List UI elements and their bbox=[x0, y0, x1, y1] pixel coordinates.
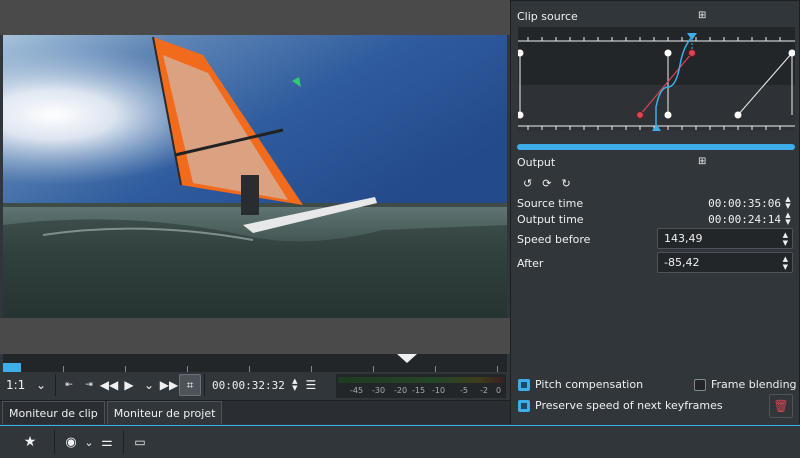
keyframe-toolbar: ↺ ⟳ ↻ bbox=[523, 177, 571, 190]
preserve-speed-label: Preserve speed of next keyframes bbox=[535, 399, 723, 412]
lock-icon[interactable]: ⊞ bbox=[698, 10, 706, 21]
playhead-marker[interactable] bbox=[397, 354, 417, 363]
sync-icon[interactable]: ⟳ bbox=[542, 177, 551, 190]
vu-labels: -45 -30 -20 -15 -10 -5 -2 0 bbox=[336, 386, 506, 398]
monitor-ruler[interactable] bbox=[3, 354, 507, 372]
after-input[interactable]: -85,42 ▲ ▼ bbox=[657, 252, 793, 273]
output-time-value[interactable]: 00:00:24:14 bbox=[708, 213, 781, 226]
sliders-icon: ⚌ bbox=[101, 434, 113, 450]
vu-label: 0 bbox=[496, 386, 502, 395]
output-label: Output bbox=[517, 156, 556, 169]
subtitle-button[interactable]: ▭ bbox=[128, 430, 152, 454]
forward-button[interactable]: ▶▶ bbox=[159, 374, 179, 396]
play-menu-button[interactable]: ⌄ bbox=[139, 374, 159, 396]
speed-before-input[interactable]: 143,49 ▲ ▼ bbox=[657, 228, 793, 249]
spin-arrows-icon[interactable]: ▲ ▼ bbox=[783, 231, 788, 247]
separator bbox=[54, 430, 55, 454]
subtitle-icon: ▭ bbox=[134, 435, 146, 449]
chevron-down-icon: ⌄ bbox=[35, 378, 46, 392]
zoom-value: 1:1 bbox=[6, 378, 26, 392]
audio-vu-meter: -45 -30 -20 -15 -10 -5 -2 0 bbox=[336, 374, 506, 398]
rewind-button[interactable]: ◀◀ bbox=[99, 374, 119, 396]
clip-source-label: Clip source bbox=[517, 10, 578, 23]
fast-forward-icon: ▶▶ bbox=[159, 378, 179, 392]
frame-blending-checkbox[interactable]: Frame blending bbox=[694, 378, 797, 391]
monitor-controls: 1:1 ⌄ ⇤ ⇥ ◀◀ ▶ ⌄ ▶▶ ⌗ 00:00:32:32 ▲ ▼ ☰ … bbox=[0, 372, 510, 398]
monitor-menu-button[interactable]: ☰ bbox=[301, 374, 321, 396]
delete-keyframe-button[interactable]: 🗑 bbox=[769, 394, 793, 418]
speed-before-label: Speed before bbox=[517, 233, 591, 246]
separator bbox=[123, 430, 124, 454]
monitor-bottom-letterbox bbox=[0, 318, 510, 354]
speed-ramp-panel: Clip source ⊞ Output ⊞ ↺ ⟳ ↻ Source time… bbox=[510, 0, 800, 424]
crop-icon: ⌗ bbox=[186, 377, 194, 392]
after-value: -85,42 bbox=[664, 256, 700, 269]
chevron-down-icon: ⌄ bbox=[143, 378, 155, 392]
monitor-top-letterbox bbox=[0, 0, 510, 35]
after-label: After bbox=[517, 257, 544, 270]
vu-label: -5 bbox=[460, 386, 468, 395]
source-time-value[interactable]: 00:00:35:06 bbox=[708, 197, 781, 210]
tab-project-monitor[interactable]: Moniteur de projet bbox=[106, 401, 223, 424]
spin-arrows-icon[interactable]: ▲ ▼ bbox=[783, 255, 788, 271]
vu-label: -15 bbox=[412, 386, 426, 395]
video-frame[interactable] bbox=[3, 35, 507, 318]
vu-label: -20 bbox=[394, 386, 408, 395]
zoom-select[interactable]: 1:1 ⌄ bbox=[0, 374, 52, 396]
vu-label: -10 bbox=[432, 386, 446, 395]
chevron-down-icon: ▼ bbox=[292, 384, 298, 392]
vu-label: -30 bbox=[372, 386, 386, 395]
tab-clip-monitor[interactable]: Moniteur de clip bbox=[2, 401, 105, 424]
source-time-label: Source time bbox=[517, 197, 584, 210]
favorite-button[interactable]: ★ bbox=[18, 430, 42, 454]
undo-icon[interactable]: ↺ bbox=[523, 177, 532, 190]
vu-bar bbox=[338, 377, 504, 383]
zone-out-button[interactable]: ⇥ bbox=[79, 374, 99, 396]
output-time-label: Output time bbox=[517, 213, 584, 226]
record-button[interactable]: ◉ bbox=[59, 430, 83, 454]
keyframe-graph[interactable] bbox=[516, 27, 796, 131]
preserve-speed-checkbox[interactable]: Preserve speed of next keyframes bbox=[518, 399, 723, 412]
timeline-toolbar: ★ ◉ ⌄ ⚌ ▭ bbox=[0, 425, 800, 458]
separator bbox=[55, 374, 56, 396]
pitch-compensation-checkbox[interactable]: Pitch compensation bbox=[518, 378, 643, 391]
keyframe-curve bbox=[516, 27, 796, 131]
play-icon: ▶ bbox=[124, 378, 134, 392]
project-monitor: 1:1 ⌄ ⇤ ⇥ ◀◀ ▶ ⌄ ▶▶ ⌗ 00:00:32:32 ▲ ▼ ☰ … bbox=[0, 0, 510, 400]
ruler-played-zone bbox=[3, 363, 21, 372]
crop-button[interactable]: ⌗ bbox=[179, 374, 201, 396]
record-icon: ◉ bbox=[65, 434, 77, 450]
zone-out-icon: ⇥ bbox=[85, 380, 93, 390]
timecode-display[interactable]: 00:00:32:32 bbox=[208, 374, 289, 396]
video-image bbox=[3, 35, 507, 318]
zone-in-button[interactable]: ⇤ bbox=[59, 374, 79, 396]
checkbox-unchecked[interactable] bbox=[694, 378, 706, 391]
rewind-icon: ◀◀ bbox=[99, 378, 119, 392]
output-time-spin[interactable]: ▲ ▼ bbox=[783, 212, 793, 226]
menu-icon: ☰ bbox=[305, 378, 317, 392]
checkbox-checked[interactable] bbox=[518, 378, 530, 391]
mixer-button[interactable]: ⚌ bbox=[95, 430, 119, 454]
vu-label: -2 bbox=[480, 386, 488, 395]
trash-icon: 🗑 bbox=[773, 399, 789, 413]
star-icon: ★ bbox=[23, 434, 37, 450]
monitor-tabs: Moniteur de clip Moniteur de projet bbox=[0, 400, 510, 424]
chevron-down-icon: ⌄ bbox=[84, 435, 94, 449]
timecode-spin[interactable]: ▲ ▼ bbox=[289, 374, 301, 396]
checkbox-checked[interactable] bbox=[518, 399, 530, 412]
separator bbox=[204, 374, 205, 396]
lock-icon[interactable]: ⊞ bbox=[698, 156, 706, 167]
source-time-spin[interactable]: ▲ ▼ bbox=[783, 196, 793, 210]
redo-icon[interactable]: ↻ bbox=[561, 177, 570, 190]
zone-in-icon: ⇤ bbox=[65, 380, 73, 390]
record-menu-button[interactable]: ⌄ bbox=[83, 430, 95, 454]
pitch-compensation-label: Pitch compensation bbox=[535, 378, 644, 391]
play-button[interactable]: ▶ bbox=[119, 374, 139, 396]
vu-label: -45 bbox=[350, 386, 364, 395]
position-slider[interactable] bbox=[517, 144, 795, 150]
speed-before-value: 143,49 bbox=[664, 232, 703, 245]
frame-blending-label: Frame blending bbox=[711, 378, 797, 391]
